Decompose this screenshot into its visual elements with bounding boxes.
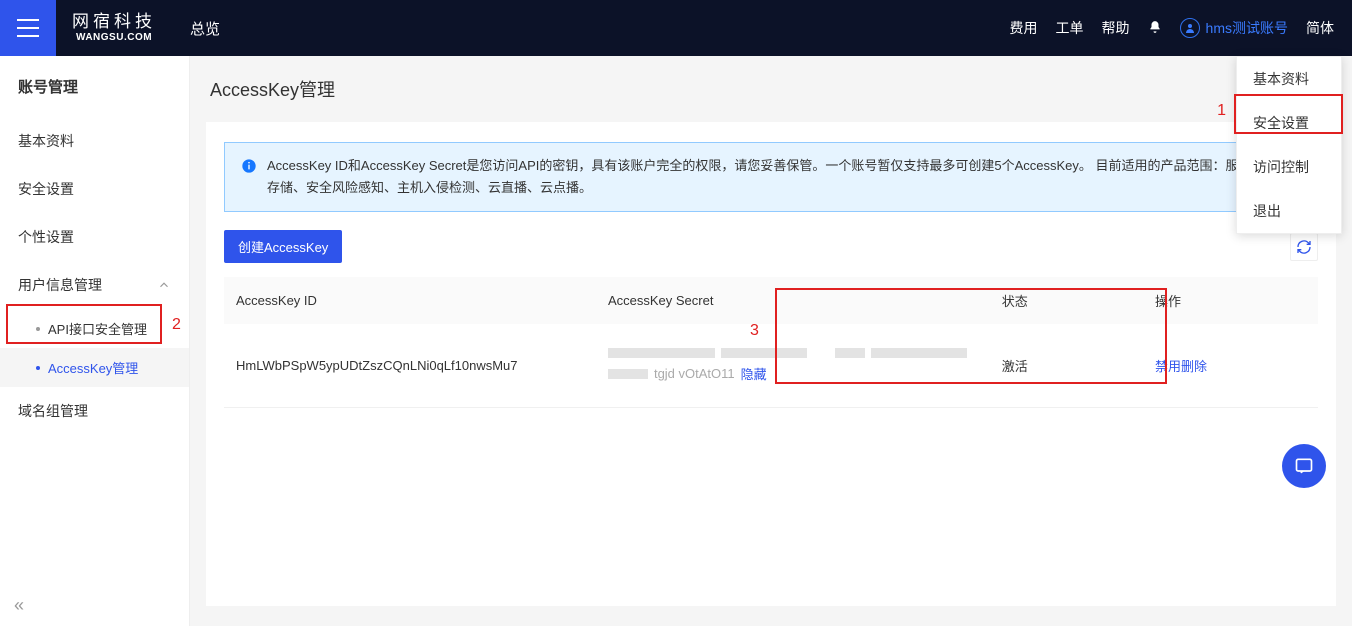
sidebar-item-label: 域名组管理 xyxy=(18,401,88,421)
annotation-number-3: 3 xyxy=(750,322,759,340)
bell-icon xyxy=(1148,20,1162,34)
sidebar-subitem-api-security[interactable]: API接口安全管理 xyxy=(0,309,189,348)
logo-cn-text: 网宿科技 xyxy=(72,13,156,32)
secret-fragment: tgjd vOtAtO11 xyxy=(654,366,735,381)
sidebar: 账号管理 基本资料 安全设置 个性设置 用户信息管理 API接口安全管理 Acc… xyxy=(0,56,190,626)
sidebar-item-domain-group[interactable]: 域名组管理 xyxy=(0,387,189,435)
cell-operations: 禁用删除 xyxy=(1143,324,1318,408)
info-alert: AccessKey ID和AccessKey Secret是您访问API的密钥，… xyxy=(224,142,1318,212)
dropdown-item-access-control[interactable]: 访问控制 xyxy=(1237,145,1341,189)
hamburger-icon xyxy=(17,19,39,37)
double-chevron-left-icon: « xyxy=(14,595,24,615)
sidebar-subitem-accesskey-mgmt[interactable]: AccessKey管理 xyxy=(0,348,189,387)
logo-en-text: WANGSU.COM xyxy=(76,32,152,43)
logo[interactable]: 网宿科技 WANGSU.COM xyxy=(56,13,172,43)
col-header-secret: AccessKey Secret xyxy=(596,277,990,324)
cell-status: 激活 xyxy=(990,324,1143,408)
col-header-id: AccessKey ID xyxy=(224,277,596,324)
secret-blurred-area xyxy=(608,369,648,379)
sidebar-item-label: 个性设置 xyxy=(18,227,74,247)
col-header-ops: 操作 xyxy=(1143,277,1318,324)
user-dropdown-menu: 基本资料 安全设置 访问控制 退出 xyxy=(1236,56,1342,234)
sidebar-item-label: 安全设置 xyxy=(18,179,74,199)
content-panel: AccessKey ID和AccessKey Secret是您访问API的密钥，… xyxy=(206,122,1336,606)
sidebar-item-preferences[interactable]: 个性设置 xyxy=(0,213,189,261)
hamburger-menu-button[interactable] xyxy=(0,0,56,56)
chevron-up-icon xyxy=(157,278,171,292)
chat-icon xyxy=(1294,456,1314,476)
nav-ticket[interactable]: 工单 xyxy=(1056,18,1084,38)
annotation-number-2: 2 xyxy=(172,316,181,334)
dropdown-item-logout[interactable]: 退出 xyxy=(1237,189,1341,233)
nav-help[interactable]: 帮助 xyxy=(1102,18,1130,38)
col-header-status: 状态 xyxy=(990,277,1143,324)
user-avatar-icon xyxy=(1180,18,1200,38)
info-icon xyxy=(241,158,257,174)
dropdown-item-security[interactable]: 安全设置 xyxy=(1237,101,1341,145)
sidebar-item-basic-info[interactable]: 基本资料 xyxy=(0,117,189,165)
cell-accesskey-id: HmLWbPSpW5ypUDtZszCQnLNi0qLf10nwsMu7 xyxy=(224,324,596,408)
sidebar-item-label: API接口安全管理 xyxy=(48,319,147,338)
alert-text: AccessKey ID和AccessKey Secret是您访问API的密钥，… xyxy=(267,155,1301,199)
top-header: 网宿科技 WANGSU.COM 总览 费用 工单 帮助 hms测试账号 简体 xyxy=(0,0,1352,56)
user-menu-trigger[interactable]: hms测试账号 xyxy=(1180,18,1288,38)
sidebar-item-label: 用户信息管理 xyxy=(18,275,102,295)
accesskey-table: AccessKey ID AccessKey Secret 状态 操作 HmLW… xyxy=(224,277,1318,408)
sidebar-item-label: 基本资料 xyxy=(18,131,74,151)
disable-link[interactable]: 禁用 xyxy=(1155,359,1181,374)
cell-accesskey-secret: tgjd vOtAtO11 隐藏 xyxy=(596,324,990,408)
bullet-icon xyxy=(36,327,40,331)
annotation-number-1: 1 xyxy=(1217,102,1226,120)
sidebar-title: 账号管理 xyxy=(0,56,189,117)
main-content: AccessKey管理 AccessKey ID和AccessKey Secre… xyxy=(190,56,1352,626)
sidebar-collapse-button[interactable]: « xyxy=(0,585,189,626)
nav-billing[interactable]: 费用 xyxy=(1010,18,1038,38)
table-row: HmLWbPSpW5ypUDtZszCQnLNi0qLf10nwsMu7 xyxy=(224,324,1318,408)
bullet-icon xyxy=(36,366,40,370)
secret-blurred-area xyxy=(608,348,978,364)
username-label: hms测试账号 xyxy=(1206,18,1288,38)
sidebar-item-user-info-mgmt[interactable]: 用户信息管理 xyxy=(0,261,189,309)
language-switch[interactable]: 简体 xyxy=(1306,18,1334,38)
create-accesskey-button[interactable]: 创建AccessKey xyxy=(224,230,342,263)
nav-overview[interactable]: 总览 xyxy=(190,18,220,39)
dropdown-item-basic-info[interactable]: 基本资料 xyxy=(1237,57,1341,101)
hide-secret-link[interactable]: 隐藏 xyxy=(741,364,767,383)
delete-link[interactable]: 删除 xyxy=(1181,359,1207,374)
refresh-button[interactable] xyxy=(1290,233,1318,261)
refresh-icon xyxy=(1296,239,1312,255)
sidebar-item-security[interactable]: 安全设置 xyxy=(0,165,189,213)
table-header-row: AccessKey ID AccessKey Secret 状态 操作 xyxy=(224,277,1318,324)
sidebar-item-label: AccessKey管理 xyxy=(48,358,138,377)
notification-button[interactable] xyxy=(1148,20,1162,37)
chat-support-button[interactable] xyxy=(1282,444,1326,488)
page-title: AccessKey管理 xyxy=(190,56,1352,122)
